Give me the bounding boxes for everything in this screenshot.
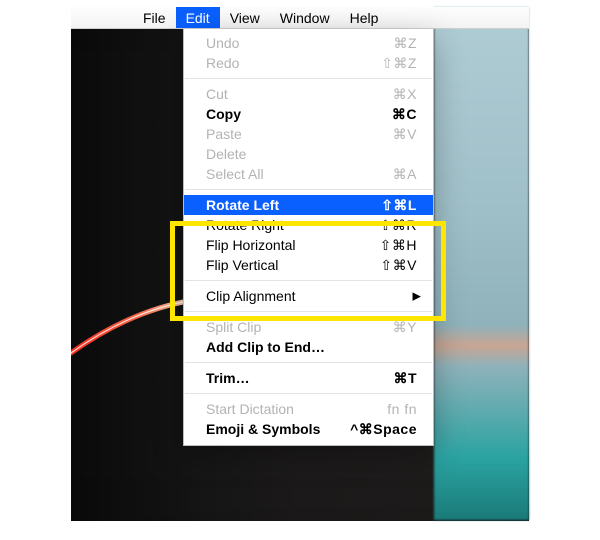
menu-item-label: Cut <box>206 86 357 102</box>
menu-item-redo: Redo⇧⌘Z <box>184 53 433 73</box>
menubar-item-label: File <box>143 10 166 26</box>
menu-item-delete: Delete <box>184 144 433 164</box>
menu-item-label: Start Dictation <box>206 401 357 417</box>
menubar: File Edit View Window Help <box>71 7 529 29</box>
menu-item-label: Copy <box>206 106 357 122</box>
stage: FileEditViewWindowHelp Undo⌘ZRedo⇧⌘ZCut⌘… <box>0 0 600 540</box>
menu-separator <box>185 280 432 281</box>
menu-item-select-all: Select All⌘A <box>184 164 433 184</box>
menu-item-label: Emoji & Symbols <box>206 421 350 437</box>
menu-separator <box>185 189 432 190</box>
menu-item-flip-horizontal[interactable]: Flip Horizontal⇧⌘H <box>184 235 433 255</box>
menu-item-label: Rotate Left <box>206 197 357 213</box>
edit-menu-dropdown: Undo⌘ZRedo⇧⌘ZCut⌘XCopy⌘CPaste⌘VDeleteSel… <box>183 29 434 446</box>
menu-item-shortcut: ⌘Y <box>357 319 417 336</box>
menubar-item-help[interactable]: Help <box>340 7 389 28</box>
menu-item-label: Paste <box>206 126 357 142</box>
menu-item-shortcut: ⌘C <box>357 106 417 123</box>
menu-item-label: Add Clip to End… <box>206 339 357 355</box>
menu-item-shortcut: ⇧⌘H <box>357 237 417 254</box>
menubar-item-file[interactable]: File <box>133 7 176 28</box>
menu-item-shortcut: ^⌘Space <box>350 421 417 438</box>
menu-item-shortcut: ⇧⌘R <box>357 217 417 234</box>
menu-item-cut: Cut⌘X <box>184 84 433 104</box>
menu-item-undo: Undo⌘Z <box>184 33 433 53</box>
menu-item-label: Undo <box>206 35 357 51</box>
menubar-item-label: Window <box>280 10 330 26</box>
menu-item-label: Trim… <box>206 370 357 386</box>
menu-item-label: Clip Alignment <box>206 288 417 304</box>
menu-item-shortcut: ⌘Z <box>357 35 417 52</box>
menu-item-label: Flip Vertical <box>206 257 357 273</box>
menu-separator <box>185 78 432 79</box>
menu-item-label: Flip Horizontal <box>206 237 357 253</box>
menu-item-shortcut: ⌘A <box>357 166 417 183</box>
menubar-item-label: Edit <box>186 10 210 26</box>
menu-item-shortcut: fn fn <box>357 401 417 417</box>
menu-item-rotate-right[interactable]: Rotate Right⇧⌘R <box>184 215 433 235</box>
menubar-item-view[interactable]: View <box>220 7 270 28</box>
menubar-item-label: View <box>230 10 260 26</box>
menu-item-label: Redo <box>206 55 357 71</box>
menu-item-label: Select All <box>206 166 357 182</box>
submenu-arrow-icon: ▶ <box>413 290 421 303</box>
menu-item-split-clip: Split Clip⌘Y <box>184 317 433 337</box>
menu-item-shortcut: ⇧⌘Z <box>357 55 417 72</box>
menu-item-flip-vertical[interactable]: Flip Vertical⇧⌘V <box>184 255 433 275</box>
menu-item-paste: Paste⌘V <box>184 124 433 144</box>
menu-item-shortcut: ⇧⌘L <box>357 197 417 214</box>
background-photo-right <box>434 7 529 520</box>
menu-item-add-clip-to-end[interactable]: Add Clip to End… <box>184 337 433 357</box>
menu-item-copy[interactable]: Copy⌘C <box>184 104 433 124</box>
menu-item-trim[interactable]: Trim…⌘T <box>184 368 433 388</box>
menu-item-label: Rotate Right <box>206 217 357 233</box>
menu-item-clip-alignment[interactable]: Clip Alignment▶ <box>184 286 433 306</box>
menu-item-shortcut: ⇧⌘V <box>357 257 417 274</box>
menubar-item-edit[interactable]: Edit <box>176 7 220 28</box>
menu-item-rotate-left[interactable]: Rotate Left⇧⌘L <box>184 195 433 215</box>
menu-item-shortcut: ⌘T <box>357 370 417 387</box>
menu-item-emoji-symbols[interactable]: Emoji & Symbols^⌘Space <box>184 419 433 439</box>
menu-item-label: Split Clip <box>206 319 357 335</box>
menubar-item-label: Help <box>350 10 379 26</box>
menu-item-start-dictation: Start Dictationfn fn <box>184 399 433 419</box>
menu-separator <box>185 362 432 363</box>
menu-item-shortcut: ⌘X <box>357 86 417 103</box>
menu-item-shortcut: ⌘V <box>357 126 417 143</box>
menu-separator <box>185 311 432 312</box>
menu-separator <box>185 393 432 394</box>
menubar-item-window[interactable]: Window <box>270 7 340 28</box>
menu-item-label: Delete <box>206 146 357 162</box>
